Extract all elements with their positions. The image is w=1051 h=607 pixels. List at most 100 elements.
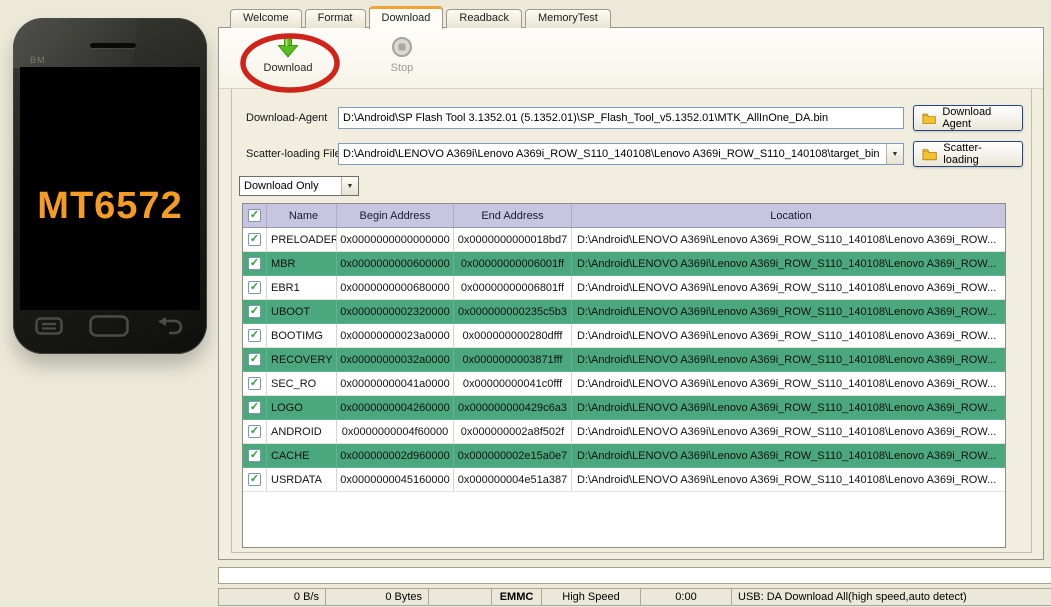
cell-begin: 0x0000000004260000	[337, 396, 454, 419]
row-checkbox[interactable]	[248, 305, 261, 318]
header-location[interactable]: Location	[572, 204, 1005, 227]
status-bytes: 0 Bytes	[325, 588, 429, 606]
table-row[interactable]: BOOTIMG 0x00000000023a0000 0x00000000028…	[243, 324, 1005, 348]
chevron-down-icon[interactable]: ▼	[886, 144, 903, 164]
row-checkbox[interactable]	[248, 401, 261, 414]
menu-key-icon	[35, 317, 63, 335]
status-spare	[428, 588, 492, 606]
row-checkbox[interactable]	[248, 377, 261, 390]
header-end-address[interactable]: End Address	[454, 204, 572, 227]
cell-begin: 0x0000000000600000	[337, 252, 454, 275]
phone-illustration: BM MT6572	[13, 18, 207, 354]
cell-location: D:\Android\LENOVO A369i\Lenovo A369i_ROW…	[577, 305, 997, 318]
download-button[interactable]: Download	[253, 36, 323, 74]
table-row[interactable]: EBR1 0x0000000000680000 0x00000000006801…	[243, 276, 1005, 300]
tab-bar: Welcome Format Download Readback MemoryT…	[230, 6, 614, 29]
scatter-loading-button[interactable]: Scatter-loading	[913, 141, 1023, 167]
cell-begin: 0x0000000045160000	[337, 468, 454, 491]
status-usb-speed: High Speed	[541, 588, 641, 606]
status-speed: 0 B/s	[218, 588, 326, 606]
cell-end: 0x000000000235c5b3	[454, 300, 572, 323]
cell-end: 0x000000002e15a0e7	[454, 444, 572, 467]
download-arrow-icon	[277, 36, 299, 58]
phone-screen: MT6572	[20, 67, 200, 310]
tab-memorytest[interactable]: MemoryTest	[524, 9, 611, 28]
table-header-row: Name Begin Address End Address Location	[243, 204, 1005, 228]
cell-location: D:\Android\LENOVO A369i\Lenovo A369i_ROW…	[577, 377, 997, 390]
sp-flash-tool-window: BM MT6572 Welcome Format Download Readba…	[0, 0, 1051, 607]
download-mode-select[interactable]: Download Only ▼	[239, 176, 359, 196]
cell-begin: 0x00000000023a0000	[337, 324, 454, 347]
cell-location: D:\Android\LENOVO A369i\Lenovo A369i_ROW…	[577, 281, 997, 294]
row-checkbox[interactable]	[248, 257, 261, 270]
row-checkbox[interactable]	[248, 473, 261, 486]
cell-name: CACHE	[267, 444, 337, 467]
status-elapsed-time: 0:00	[640, 588, 732, 606]
download-agent-button[interactable]: Download Agent	[913, 105, 1023, 131]
table-row[interactable]: ANDROID 0x0000000004f60000 0x000000002a8…	[243, 420, 1005, 444]
partition-table: Name Begin Address End Address Location …	[242, 203, 1006, 548]
table-row[interactable]: USRDATA 0x0000000045160000 0x000000004e5…	[243, 468, 1005, 492]
cell-begin: 0x0000000000000000	[337, 228, 454, 251]
cell-begin: 0x00000000041a0000	[337, 372, 454, 395]
cell-location: D:\Android\LENOVO A369i\Lenovo A369i_ROW…	[577, 473, 997, 486]
row-checkbox[interactable]	[248, 281, 261, 294]
table-row[interactable]: CACHE 0x000000002d960000 0x000000002e15a…	[243, 444, 1005, 468]
toolbar: Download Stop	[219, 28, 1043, 93]
phone-key-row	[13, 310, 207, 342]
row-checkbox[interactable]	[248, 353, 261, 366]
tab-download[interactable]: Download	[368, 6, 444, 29]
cell-name: PRELOADER	[267, 228, 337, 251]
download-agent-input[interactable]	[338, 107, 904, 129]
table-row[interactable]: PRELOADER 0x0000000000000000 0x000000000…	[243, 228, 1005, 252]
scatter-file-label: Scatter-loading File	[246, 148, 341, 160]
table-row[interactable]: UBOOT 0x0000000002320000 0x000000000235c…	[243, 300, 1005, 324]
header-name[interactable]: Name	[267, 204, 337, 227]
cell-name: RECOVERY	[267, 348, 337, 371]
tab-format[interactable]: Format	[304, 9, 366, 28]
stop-button[interactable]: Stop	[367, 36, 437, 74]
cell-end: 0x00000000006801ff	[454, 276, 572, 299]
download-tab-panel: Download Stop Download-Agent Download Ag…	[218, 27, 1044, 560]
cell-location: D:\Android\LENOVO A369i\Lenovo A369i_ROW…	[577, 257, 997, 270]
tab-readback[interactable]: Readback	[446, 9, 522, 28]
cell-begin: 0x0000000002320000	[337, 300, 454, 323]
tab-welcome[interactable]: Welcome	[230, 9, 302, 28]
progress-bar	[218, 567, 1051, 584]
row-checkbox[interactable]	[248, 449, 261, 462]
cell-begin: 0x0000000000680000	[337, 276, 454, 299]
cell-name: SEC_RO	[267, 372, 337, 395]
row-checkbox[interactable]	[248, 329, 261, 342]
scatter-file-combobox[interactable]: D:\Android\LENOVO A369i\Lenovo A369i_ROW…	[338, 143, 904, 165]
download-agent-button-label: Download Agent	[942, 106, 992, 130]
header-checkbox[interactable]	[248, 209, 261, 222]
table-row[interactable]: SEC_RO 0x00000000041a0000 0x00000000041c…	[243, 372, 1005, 396]
cell-location: D:\Android\LENOVO A369i\Lenovo A369i_ROW…	[577, 233, 997, 246]
cell-begin: 0x00000000032a0000	[337, 348, 454, 371]
cell-name: BOOTIMG	[267, 324, 337, 347]
cell-location: D:\Android\LENOVO A369i\Lenovo A369i_ROW…	[577, 449, 997, 462]
table-row[interactable]: RECOVERY 0x00000000032a0000 0x0000000003…	[243, 348, 1005, 372]
cell-end: 0x0000000000018bd7	[454, 228, 572, 251]
table-row[interactable]: LOGO 0x0000000004260000 0x000000000429c6…	[243, 396, 1005, 420]
header-begin-address[interactable]: Begin Address	[337, 204, 454, 227]
cell-name: UBOOT	[267, 300, 337, 323]
cell-end: 0x000000000280dfff	[454, 324, 572, 347]
chevron-down-icon[interactable]: ▼	[341, 177, 358, 195]
table-row[interactable]: MBR 0x0000000000600000 0x00000000006001f…	[243, 252, 1005, 276]
status-bar: 0 B/s 0 Bytes EMMC High Speed 0:00 USB: …	[218, 588, 1051, 606]
cell-name: LOGO	[267, 396, 337, 419]
row-checkbox[interactable]	[248, 233, 261, 246]
scatter-file-value: D:\Android\LENOVO A369i\Lenovo A369i_ROW…	[343, 148, 880, 160]
cell-end: 0x000000002a8f502f	[454, 420, 572, 443]
row-checkbox[interactable]	[248, 425, 261, 438]
scatter-loading-button-label: Scatter-loading	[943, 142, 982, 166]
stop-button-label: Stop	[390, 62, 414, 74]
phone-brand-label: BM	[30, 55, 46, 65]
home-key-icon	[89, 315, 129, 337]
cell-begin: 0x0000000004f60000	[337, 420, 454, 443]
phone-chipset-label: MT6572	[37, 185, 183, 227]
download-mode-value: Download Only	[244, 180, 319, 192]
cell-name: ANDROID	[267, 420, 337, 443]
cell-end: 0x000000004e51a387	[454, 468, 572, 491]
